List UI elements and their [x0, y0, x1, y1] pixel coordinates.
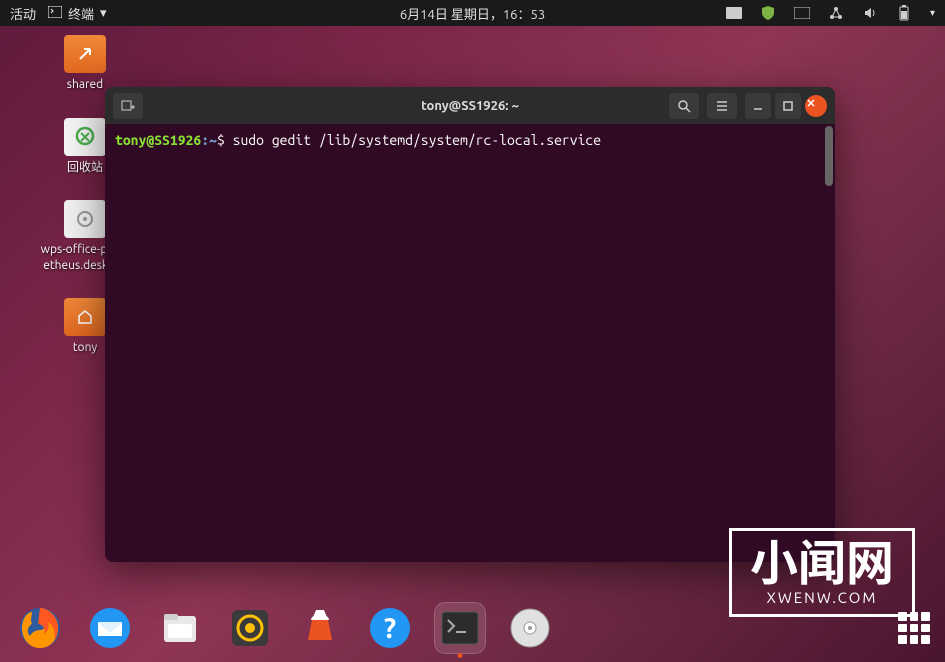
activities-button[interactable]: 活动 [10, 4, 36, 23]
dock-files[interactable] [155, 603, 205, 653]
prompt-path: ~ [209, 132, 217, 148]
app-menu[interactable]: 终端 ▾ [48, 4, 107, 23]
volume-icon[interactable] [862, 5, 878, 21]
dock: ? [10, 599, 935, 657]
terminal-titlebar[interactable]: tony@SS1926: ~ [105, 87, 835, 124]
app-menu-label: 终端 [68, 4, 94, 23]
battery-icon[interactable] [896, 5, 912, 21]
new-tab-button[interactable] [113, 93, 143, 119]
maximize-button[interactable] [775, 93, 801, 119]
watermark-main: 小闻网 [750, 539, 894, 587]
desktop-icon-label: 回收站 [67, 160, 103, 176]
terminal-scrollbar[interactable] [825, 126, 833, 186]
dock-help[interactable]: ? [365, 603, 415, 653]
window-title: tony@SS1926: ~ [421, 99, 519, 113]
keyboard-icon[interactable] [726, 5, 742, 21]
prompt-sep: : [201, 132, 209, 148]
settings-file-icon [64, 200, 106, 238]
desktop-icon-label: shared [67, 77, 103, 93]
close-button[interactable] [805, 95, 827, 117]
chevron-down-icon: ▾ [100, 6, 107, 21]
search-button[interactable] [669, 93, 699, 119]
shield-icon[interactable] [760, 5, 776, 21]
dock-rhythmbox[interactable] [225, 603, 275, 653]
dock-thunderbird[interactable] [85, 603, 135, 653]
network-icon[interactable] [828, 5, 844, 21]
dock-software[interactable] [295, 603, 345, 653]
terminal-body[interactable]: tony@SS1926:~$ sudo gedit /lib/systemd/s… [105, 124, 835, 562]
desktop-icon-label: tony [73, 340, 97, 356]
terminal-window: tony@SS1926: ~ tony@SS1926:~$ sudo gedit… [105, 87, 835, 562]
dock-disc[interactable] [505, 603, 555, 653]
chevron-down-icon[interactable]: ▾ [930, 7, 935, 19]
prompt-user: tony@SS1926 [115, 132, 201, 148]
clock[interactable]: 6月14日 星期日，16：53 [400, 4, 545, 23]
home-folder-icon [64, 298, 106, 336]
desktop-icon-shared[interactable]: shared [40, 35, 130, 93]
input-method-icon[interactable] [794, 5, 810, 21]
show-applications-button[interactable] [898, 612, 930, 644]
menu-button[interactable] [707, 93, 737, 119]
folder-link-icon [64, 35, 106, 73]
terminal-command-text: sudo gedit /lib/systemd/system/rc-local.… [233, 132, 601, 148]
svg-text:?: ? [384, 613, 396, 644]
dock-terminal[interactable] [435, 603, 485, 653]
trash-icon [64, 118, 106, 156]
dock-firefox[interactable] [15, 603, 65, 653]
terminal-app-icon [48, 6, 62, 21]
prompt-symbol: $ [217, 132, 225, 148]
top-bar: 活动 终端 ▾ 6月14日 星期日，16：53 ▾ [0, 0, 945, 26]
minimize-button[interactable] [745, 93, 771, 119]
